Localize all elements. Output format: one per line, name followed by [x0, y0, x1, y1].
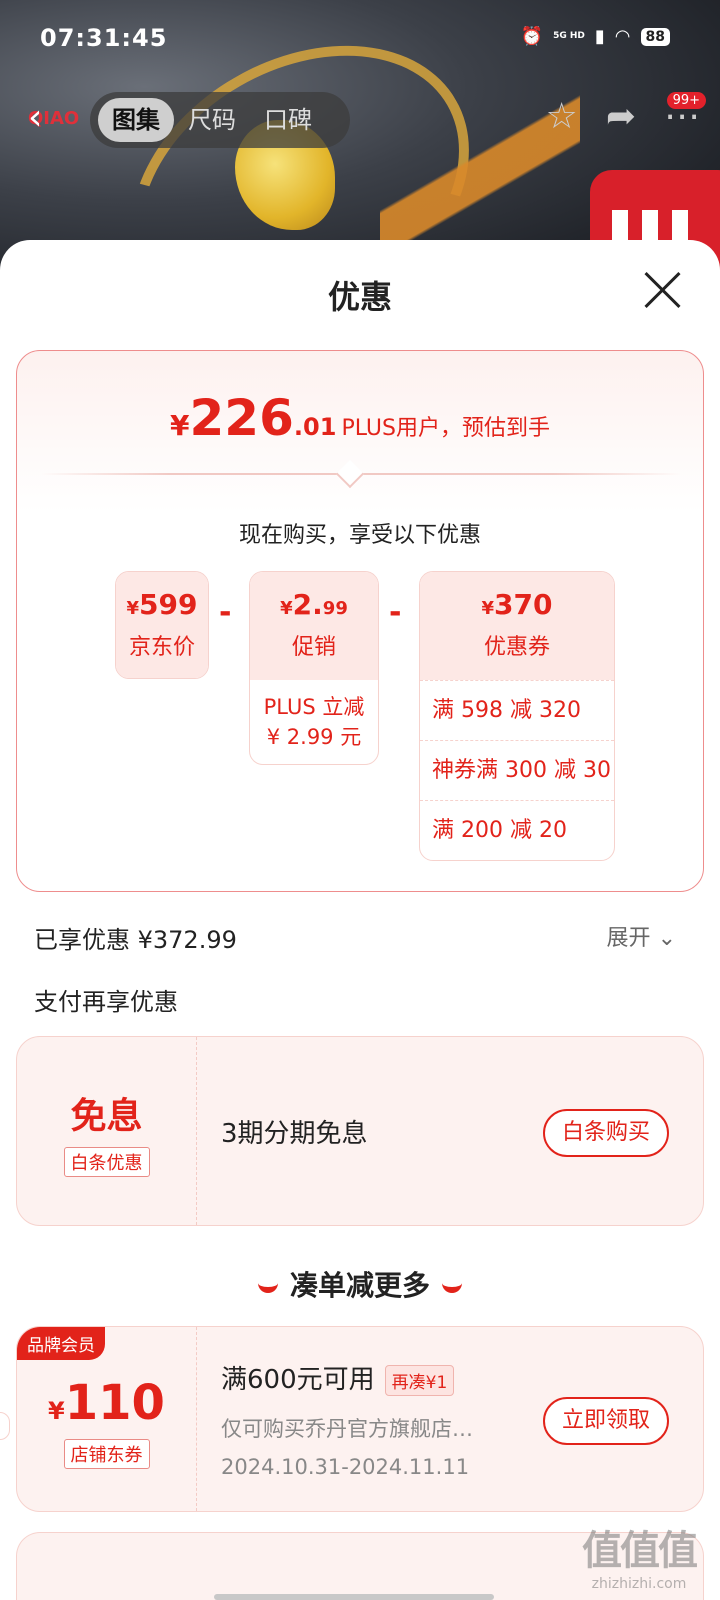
home-indicator[interactable] — [214, 1594, 494, 1600]
status-time: 07:31:45 — [40, 24, 168, 52]
pay-section-title: 支付再享优惠 — [34, 988, 178, 1016]
coupon-description: 仅可购买乔丹官方旗舰店… — [221, 1417, 473, 1441]
close-icon[interactable] — [642, 270, 682, 310]
smile-icon — [442, 1281, 462, 1293]
alarm-icon: ⏰ — [520, 26, 544, 47]
estimated-price-decimal: .01 — [293, 413, 337, 441]
jd-price-label: 京东价 — [128, 635, 195, 660]
coupon-total-value: 370 — [494, 588, 553, 621]
promo-label: 促销 — [291, 635, 336, 660]
store-coupon-tag: 店铺东券 — [63, 1439, 150, 1469]
expand-label: 展开 — [606, 926, 651, 951]
currency-symbol: ¥ — [280, 598, 293, 619]
currency-symbol: ¥ — [48, 1397, 65, 1425]
breakdown-subtitle: 现在购买，享受以下优惠 — [238, 523, 481, 548]
watermark-text: zhizhizhi.com — [591, 1576, 687, 1592]
promo-card: ¥2.99 促销 PLUS 立减 ¥ 2.99 元 — [249, 571, 379, 765]
coupon-label: 优惠券 — [483, 635, 550, 660]
coupon-amount: 110 — [64, 1375, 165, 1431]
site-watermark: 值值值 zhizhizhi.com — [582, 1518, 698, 1592]
jd-price-card: ¥599 京东价 — [115, 571, 209, 679]
add-more-badge: 再凑¥1 — [384, 1365, 455, 1396]
coupon-row: 满 598 减 320 — [420, 680, 614, 740]
tab-gallery[interactable]: 图集 — [98, 98, 174, 142]
more-deals-header: 凑单减更多 — [0, 1264, 720, 1304]
currency-symbol: ¥ — [481, 598, 495, 619]
currency-symbol: ¥ — [126, 598, 140, 619]
watermark-logo: 值值值 — [582, 1528, 698, 1574]
signal-icon: ▮ — [594, 26, 605, 47]
promo-detail: PLUS 立减 ¥ 2.99 元 — [263, 695, 365, 749]
product-nav-bar: QIAO ‹ 图集 尺码 口碑 ☆ ➦ ⋯ 99+ — [0, 92, 720, 148]
share-icon[interactable]: ➦ — [606, 96, 636, 137]
saved-amount: 已享优惠 ¥372.99 — [34, 926, 237, 954]
chevron-down-icon: ⌄ — [657, 926, 676, 951]
installment-badge: 免息 白条优惠 — [17, 1037, 197, 1225]
coupon-condition: 满600元可用 — [221, 1365, 375, 1395]
back-icon[interactable]: ‹ — [28, 98, 42, 138]
estimated-price: ¥226.01 PLUS用户，预估到手 — [17, 389, 703, 447]
installment-offer: 免息 白条优惠 3期分期免息 白条购买 — [16, 1036, 704, 1226]
coupon-condition-row: 满600元可用 再凑¥1 — [221, 1359, 455, 1396]
promo-value-decimal: 99 — [322, 598, 348, 619]
minus-operator: - — [219, 595, 232, 630]
sheet-title: 优惠 — [327, 278, 392, 316]
more-deals-title: 凑单减更多 — [289, 1269, 430, 1302]
gallery-tabs: 图集 尺码 口碑 — [90, 92, 350, 148]
coupon-date-range: 2024.10.31-2024.11.11 — [221, 1455, 470, 1479]
promo-value: 2. — [292, 588, 323, 621]
expand-button[interactable]: 展开 ⌄ — [607, 920, 676, 952]
interest-free-label: 免息 — [70, 1096, 143, 1137]
coupon-row: 满 200 减 20 — [420, 800, 614, 860]
estimated-price-integer: 226 — [189, 389, 294, 447]
discount-sheet: 优惠 ¥226.01 PLUS用户，预估到手 现在购买，享受以下优惠 ¥599 … — [0, 240, 720, 1600]
tab-reviews[interactable]: 口碑 — [250, 98, 326, 142]
favorite-star-icon[interactable]: ☆ — [546, 96, 578, 137]
member-ribbon: 品牌会员 — [17, 1327, 105, 1360]
jd-price-value: 599 — [139, 588, 198, 621]
wifi-icon: ◠ — [614, 26, 631, 47]
estimated-price-note: PLUS用户，预估到手 — [341, 416, 550, 441]
status-bar: 07:31:45 ⏰ 5G HD ▮ ◠ 88 — [0, 0, 720, 80]
network-indicator: 5G HD — [553, 31, 585, 41]
tab-size[interactable]: 尺码 — [174, 98, 250, 142]
claim-coupon-button[interactable]: 立即领取 — [543, 1397, 669, 1445]
currency-symbol: ¥ — [170, 409, 190, 442]
coupon-card: ¥370 优惠券 满 598 减 320 神券满 300 减 30 满 200 … — [419, 571, 615, 861]
minus-operator: - — [389, 595, 402, 630]
price-breakdown-panel: ¥226.01 PLUS用户，预估到手 现在购买，享受以下优惠 ¥599 京东价… — [16, 350, 704, 892]
divider-notch — [335, 459, 365, 489]
coupon-notch — [0, 1412, 10, 1440]
baitiao-buy-button[interactable]: 白条购买 — [543, 1109, 669, 1157]
coupon-row: 神券满 300 减 30 — [420, 740, 614, 800]
battery-icon: 88 — [640, 27, 670, 46]
smile-icon — [257, 1281, 278, 1293]
cart-count-badge: 99+ — [666, 92, 706, 109]
store-coupon: ¥110 店铺东券 品牌会员 满600元可用 再凑¥1 仅可购买乔丹官方旗舰店… … — [16, 1326, 704, 1512]
installment-text: 3期分期免息 — [221, 1119, 368, 1149]
baitiao-tag: 白条优惠 — [63, 1147, 150, 1177]
status-icons: ⏰ 5G HD ▮ ◠ 88 — [521, 26, 670, 47]
